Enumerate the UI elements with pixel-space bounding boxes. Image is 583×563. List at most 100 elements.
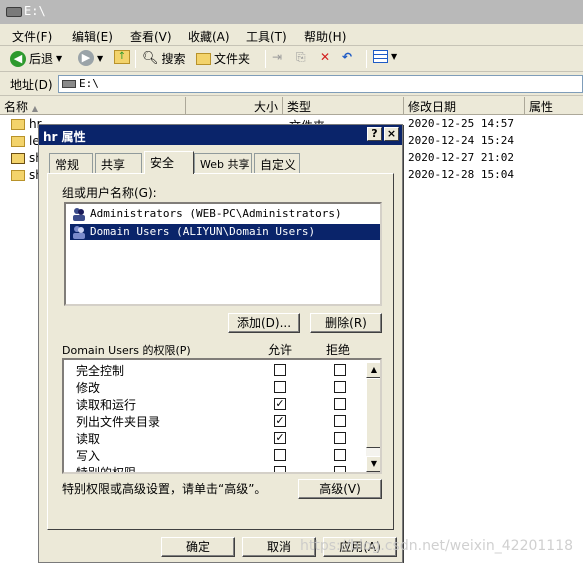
col-attributes-label: 属性: [529, 100, 554, 114]
address-input[interactable]: E:\: [58, 75, 583, 93]
drive-icon: [6, 7, 22, 17]
watermark-text: https://blog.csdn.net/weixin_42201118: [300, 538, 574, 554]
col-size-label: 大小: [253, 100, 278, 114]
col-modified[interactable]: 修改日期: [404, 97, 525, 115]
col-type-label: 类型: [287, 100, 312, 114]
deny-checkbox[interactable]: [334, 381, 346, 393]
permission-name: 读取: [76, 432, 101, 446]
list-item[interactable]: Administrators (WEB-PC\Administrators): [70, 206, 380, 222]
scrollbar[interactable]: ▲ ▼: [366, 362, 380, 472]
folder-icon: [11, 170, 25, 181]
menu-view[interactable]: 查看(V): [130, 28, 172, 45]
allow-checkbox[interactable]: [274, 466, 286, 472]
sort-asc-icon: ▲: [31, 104, 38, 113]
properties-dialog: hr 属性 ? × 常规 共享 安全 Web 共享 自定义 组或用户名称(G):…: [38, 124, 403, 563]
tab-general[interactable]: 常规: [49, 153, 93, 173]
group-name: Domain Users (ALIYUN\Domain Users): [90, 225, 316, 238]
folder-icon: [196, 52, 211, 65]
folder-icon: [11, 119, 25, 130]
scroll-thumb[interactable]: [366, 378, 380, 448]
menu-bar: 文件(F) 编辑(E) 查看(V) 收藏(A) 工具(T) 帮助(H): [0, 24, 583, 46]
deny-checkbox[interactable]: [334, 364, 346, 376]
back-arrow-icon: ◀: [10, 50, 26, 67]
delete-button[interactable]: ✕: [320, 50, 330, 64]
copy-icon: ⎘: [296, 50, 306, 64]
address-label: 地址(D): [10, 78, 53, 92]
move-to-button[interactable]: ⇥: [272, 50, 282, 64]
permission-name: 完全控制: [76, 364, 125, 378]
permissions-listbox[interactable]: 特别的权限 写入 读取 ✓ 列出文件夹目录 ✓ 读取和运行 ✓ 修改 完全控制 ▲ ▼: [62, 358, 382, 474]
menu-edit[interactable]: 编辑(E): [72, 28, 113, 45]
chevron-down-icon: ▼: [391, 52, 398, 61]
deny-checkbox[interactable]: [334, 432, 346, 444]
tab-security[interactable]: 安全: [144, 151, 194, 174]
permission-name: 读取和运行: [76, 398, 137, 412]
back-label: 后退: [29, 52, 54, 66]
allow-checkbox[interactable]: ✓: [274, 398, 286, 410]
address-bar: 地址(D) E:\: [0, 72, 583, 96]
dialog-title: hr 属性: [43, 130, 86, 144]
up-folder-button[interactable]: ↑: [114, 50, 130, 64]
ok-button[interactable]: 确定: [161, 537, 235, 557]
permission-row: 修改: [76, 379, 366, 396]
col-type[interactable]: 类型: [283, 97, 404, 115]
item-date: 2020-12-28 15:04: [408, 168, 514, 181]
copy-to-button[interactable]: ⎘: [296, 50, 306, 65]
window-titlebar: E:\: [0, 0, 583, 24]
advanced-button[interactable]: 高级(V): [298, 479, 382, 499]
users-icon: [73, 226, 85, 239]
list-header: 名称 ▲ 大小 类型 修改日期 属性: [0, 97, 583, 115]
allow-checkbox[interactable]: [274, 381, 286, 393]
col-size[interactable]: 大小: [186, 97, 283, 115]
item-date: 2020-12-27 21:02: [408, 151, 514, 164]
undo-button[interactable]: ↶: [342, 50, 352, 64]
folders-label: 文件夹: [214, 52, 251, 66]
remove-button[interactable]: 删除(R): [310, 313, 382, 333]
deny-checkbox[interactable]: [334, 466, 346, 472]
chevron-down-icon: ▼: [97, 53, 104, 63]
scroll-up-icon[interactable]: ▲: [366, 362, 380, 378]
menu-favorites[interactable]: 收藏(A): [188, 28, 230, 45]
chevron-down-icon: ▼: [56, 54, 63, 63]
views-button[interactable]: ▼: [373, 50, 397, 63]
permission-name: 列出文件夹目录: [76, 415, 161, 429]
col-attributes[interactable]: 属性: [525, 97, 583, 115]
permission-name: 写入: [76, 449, 101, 463]
item-date: 2020-12-24 15:24: [408, 134, 514, 147]
deny-checkbox[interactable]: [334, 415, 346, 427]
undo-icon: ↶: [342, 50, 353, 64]
shared-folder-icon: [11, 153, 25, 164]
allow-checkbox[interactable]: [274, 449, 286, 461]
users-icon: [73, 208, 85, 221]
close-button[interactable]: ×: [384, 127, 399, 141]
folder-icon: [11, 136, 25, 147]
col-name[interactable]: 名称 ▲: [0, 97, 186, 115]
folders-button[interactable]: 文件夹: [196, 50, 250, 67]
scroll-down-icon[interactable]: ▼: [366, 456, 380, 472]
help-button[interactable]: ?: [367, 127, 382, 141]
deny-checkbox[interactable]: [334, 449, 346, 461]
allow-checkbox[interactable]: [274, 364, 286, 376]
security-panel: 组或用户名称(G): Administrators (WEB-PC\Admini…: [47, 173, 394, 530]
tab-web-sharing[interactable]: Web 共享: [194, 153, 252, 173]
forward-button[interactable]: ▶ ▼: [78, 50, 103, 66]
menu-tools[interactable]: 工具(T): [246, 28, 287, 45]
permission-name: 特别的权限: [76, 466, 137, 474]
allow-checkbox[interactable]: ✓: [274, 432, 286, 444]
window-title: E:\: [24, 4, 46, 18]
permission-name: 修改: [76, 381, 101, 395]
permission-row: 完全控制: [76, 362, 366, 379]
deny-checkbox[interactable]: [334, 398, 346, 410]
menu-help[interactable]: 帮助(H): [304, 28, 346, 45]
tab-custom[interactable]: 自定义: [254, 153, 300, 173]
menu-file[interactable]: 文件(F): [12, 28, 52, 45]
allow-header: 允许: [268, 343, 293, 357]
search-button[interactable]: 🔍︎ 搜索: [142, 50, 186, 67]
address-value: E:\: [79, 77, 99, 90]
tab-sharing[interactable]: 共享: [95, 153, 142, 173]
allow-checkbox[interactable]: ✓: [274, 415, 286, 427]
groups-listbox[interactable]: Administrators (WEB-PC\Administrators) D…: [64, 202, 382, 306]
back-button[interactable]: ◀ 后退 ▼: [10, 50, 62, 67]
add-button[interactable]: 添加(D)...: [228, 313, 300, 333]
list-item[interactable]: Domain Users (ALIYUN\Domain Users): [70, 224, 380, 240]
